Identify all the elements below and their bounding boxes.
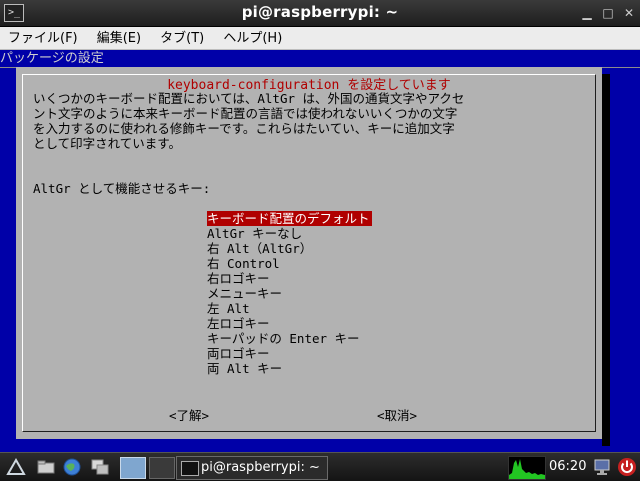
cpu-graph-icon [509, 459, 545, 479]
menubar: ファイル(F) 編集(E) タブ(T) ヘルプ(H) [0, 27, 640, 50]
workspace-1[interactable] [120, 457, 146, 479]
clock: 06:20 [549, 459, 587, 474]
workspace-2[interactable] [149, 457, 175, 479]
web-browser-icon[interactable] [62, 457, 82, 477]
window-titlebar: >_ pi@raspberrypi: ~ ▁ □ ✕ [0, 0, 640, 27]
option-no-altgr[interactable]: AltGr キーなし [207, 226, 372, 241]
file-manager-icon[interactable] [36, 457, 56, 477]
config-dialog: keyboard-configuration を設定しています いくつかのキーボ… [16, 67, 602, 439]
close-icon[interactable]: ✕ [622, 6, 636, 20]
menu-help[interactable]: ヘルプ(H) [217, 28, 288, 50]
power-icon[interactable] [617, 457, 637, 477]
option-list: キーボード配置のデフォルト AltGr キーなし 右 Alt（AltGr） 右 … [207, 211, 372, 376]
menu-file[interactable]: ファイル(F) [2, 28, 84, 50]
menu-icon[interactable] [6, 457, 26, 477]
terminal-icon [181, 461, 199, 476]
option-menu-key[interactable]: メニューキー [207, 286, 372, 301]
window-title: pi@raspberrypi: ~ [241, 3, 399, 21]
dialog-frame: keyboard-configuration を設定しています いくつかのキーボ… [22, 74, 596, 432]
dialog-shadow [602, 74, 610, 446]
taskbar-terminal-label: pi@raspberrypi: ~ [201, 460, 320, 475]
package-config-title: パッケージの設定 [0, 51, 104, 66]
option-keyboard-default[interactable]: キーボード配置のデフォルト [207, 211, 372, 226]
terminal-area[interactable]: パッケージの設定 keyboard-configuration を設定しています… [0, 50, 640, 452]
cancel-button[interactable]: <取消> [377, 405, 417, 424]
option-keypad-enter[interactable]: キーパッドの Enter キー [207, 331, 372, 346]
menu-edit[interactable]: 編集(E) [91, 28, 147, 50]
dialog-prompt: AltGr として機能させるキー: [33, 181, 211, 196]
option-right-logo[interactable]: 右ロゴキー [207, 271, 372, 286]
option-right-control[interactable]: 右 Control [207, 256, 372, 271]
option-right-alt[interactable]: 右 Alt（AltGr） [207, 241, 372, 256]
option-left-alt[interactable]: 左 Alt [207, 301, 372, 316]
taskbar-terminal-button[interactable]: pi@raspberrypi: ~ [176, 456, 328, 480]
ok-button[interactable]: <了解> [169, 405, 209, 424]
option-both-alt[interactable]: 両 Alt キー [207, 361, 372, 376]
desktop-switcher-icon[interactable] [90, 457, 110, 477]
cpu-monitor [508, 456, 546, 480]
network-icon[interactable] [592, 457, 612, 477]
dialog-description: いくつかのキーボード配置においては、AltGr は、外国の通貨文字やアクセ ント… [33, 91, 465, 151]
minimize-icon[interactable]: ▁ [580, 6, 594, 20]
menu-tabs[interactable]: タブ(T) [154, 28, 210, 50]
maximize-icon[interactable]: □ [601, 6, 615, 20]
option-both-logo[interactable]: 両ロゴキー [207, 346, 372, 361]
taskbar: pi@raspberrypi: ~ 06:20 [0, 452, 640, 481]
option-left-logo[interactable]: 左ロゴキー [207, 316, 372, 331]
